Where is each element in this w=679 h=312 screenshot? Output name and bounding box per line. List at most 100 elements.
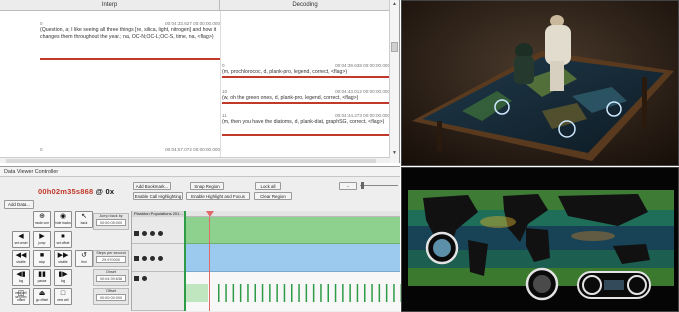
zoom-slider-thumb[interactable]	[361, 182, 364, 189]
column-header-interp[interactable]: Interp	[0, 0, 220, 11]
video-frame-tabletop	[401, 0, 679, 166]
shuttle-forward-button[interactable]: ▶▶ shuttle	[54, 250, 72, 267]
log-forward-button[interactable]: ▮▶ log	[54, 269, 72, 286]
event-tick[interactable]	[334, 284, 337, 302]
pause-button[interactable]: ▮▮ pause	[33, 269, 51, 286]
log-back-button[interactable]: ◀▮ log	[12, 269, 30, 286]
lock-icon[interactable]	[134, 256, 139, 261]
event-tick[interactable]	[312, 284, 315, 302]
track-header[interactable]	[132, 244, 184, 272]
event-tick[interactable]	[261, 284, 264, 302]
back-button[interactable]: ↖ back	[75, 211, 93, 228]
new-cell-icon: □	[60, 290, 66, 297]
track-lane-blue[interactable]	[184, 244, 400, 272]
decoding-cell[interactable]: 10 00:04:43.012 00:00:00.000 (w, oh the …	[222, 88, 390, 104]
event-tick[interactable]	[276, 284, 278, 302]
add-data-button[interactable]: Add Data...	[4, 200, 34, 209]
log-back-icon: ◀▮	[16, 271, 26, 278]
track-lane-events[interactable]	[184, 272, 402, 311]
event-tick[interactable]	[225, 284, 227, 302]
cell-id: 10	[222, 89, 228, 94]
find-button[interactable]: ↺ find	[75, 250, 93, 267]
log-forward-icon: ▮▶	[58, 271, 68, 278]
event-tick[interactable]	[247, 284, 249, 302]
lock-all-button[interactable]: Lock all	[255, 182, 281, 190]
target-icon[interactable]	[158, 231, 163, 236]
add-bookmark-button[interactable]: Add Bookmark...	[133, 182, 171, 190]
event-block[interactable]	[184, 284, 208, 302]
event-tick[interactable]	[371, 284, 373, 302]
event-tick[interactable]	[385, 284, 388, 302]
onset-input[interactable]: 00:04:39:638	[96, 275, 126, 282]
vertical-scrollbar[interactable]: ▲ ▼	[389, 0, 399, 163]
cell-selected-underline	[222, 134, 390, 136]
control-label: stop	[38, 260, 46, 265]
new-cell-prev-offset-button[interactable]: ◫ new cell set prev offset	[12, 288, 30, 305]
zoom-out-button[interactable]: −	[339, 182, 357, 190]
enable-call-highlighting-button[interactable]: Enable Call Highlighting	[133, 192, 183, 200]
shuttle-back-button[interactable]: ◀◀ shuttle	[12, 250, 30, 267]
mode-icon: ⊕	[39, 213, 45, 220]
decoding-cell[interactable]: 0 00:04:39.638 00:00:00.000 (m, prochlor…	[222, 62, 390, 78]
go-offset-button[interactable]: ⏏ go offset	[33, 288, 51, 305]
stop-button[interactable]: ■ stop	[33, 250, 51, 267]
cell-meta: 0 00:04:39.638 00:00:00.000	[222, 62, 390, 69]
event-tick[interactable]	[364, 284, 366, 302]
eye-icon[interactable]	[142, 231, 147, 236]
jump-button[interactable]: ▶ jump	[33, 231, 51, 248]
hide-tracks-button[interactable]: ◉ hide tracks	[54, 211, 72, 228]
set-onset-button[interactable]: ◀ set onset	[12, 231, 30, 248]
lock-icon[interactable]	[134, 276, 139, 281]
event-tick[interactable]	[327, 284, 330, 302]
track-header[interactable]	[132, 272, 184, 311]
zoom-slider-track[interactable]	[360, 185, 398, 186]
event-tick[interactable]	[269, 284, 271, 302]
set-offset-button[interactable]: ⏹ set offset	[54, 231, 72, 248]
scroll-down-arrow-icon[interactable]: ▼	[390, 149, 399, 157]
event-tick[interactable]	[232, 284, 235, 302]
event-tick[interactable]	[378, 284, 381, 302]
jump-back-input[interactable]: 00:00:05:000	[96, 219, 126, 226]
interp-cell[interactable]: 0 00:04:33.627 00:00:00.000 (Question, a…	[40, 20, 220, 60]
target-icon[interactable]	[158, 256, 163, 261]
eye-icon[interactable]	[142, 276, 147, 281]
event-tick[interactable]	[298, 284, 300, 302]
interp-cell[interactable]: 0 00:04:57.072 00:00:00.000	[40, 146, 220, 155]
column-header-decoding[interactable]: Decoding	[220, 0, 390, 11]
decoding-cell[interactable]: 11 00:04:44.273 00:00:00.000 (m, then yo…	[222, 112, 390, 136]
event-tick[interactable]	[356, 284, 359, 302]
pin-icon[interactable]	[150, 231, 155, 236]
snap-region-button[interactable]: Snap Region	[190, 182, 224, 190]
playhead-needle-icon[interactable]	[206, 211, 214, 217]
control-label: log	[18, 279, 24, 284]
event-tick[interactable]	[254, 284, 257, 302]
steps-per-second-input[interactable]: 29.970000	[96, 256, 126, 263]
mode-button[interactable]: ⊕ mode curr	[33, 211, 51, 228]
event-tick[interactable]	[305, 284, 308, 302]
enable-highlight-focus-button[interactable]: Enable Highlight and Focus	[186, 192, 250, 200]
event-tick[interactable]	[291, 284, 293, 302]
playback-rate: @ 0x	[95, 187, 115, 196]
track-lane-green[interactable]	[184, 217, 400, 244]
horizontal-scrollbar[interactable]	[0, 157, 390, 163]
lock-icon[interactable]	[134, 231, 139, 236]
scrollbar-thumb[interactable]	[391, 42, 398, 52]
event-tick[interactable]	[239, 284, 242, 302]
event-tick[interactable]	[342, 284, 344, 302]
event-tick[interactable]	[283, 284, 286, 302]
eye-icon[interactable]	[142, 256, 147, 261]
event-tick[interactable]	[349, 284, 351, 302]
event-tick[interactable]	[393, 284, 395, 302]
new-cell-button[interactable]: □ new cell	[54, 288, 72, 305]
scroll-up-arrow-icon[interactable]: ▲	[390, 0, 399, 8]
event-tick[interactable]	[400, 284, 402, 302]
region-start-marker[interactable]	[184, 211, 186, 311]
scrollbar-thumb[interactable]	[6, 159, 376, 163]
event-tick[interactable]	[320, 284, 322, 302]
track-header[interactable]: Plankton Populations 201...	[132, 211, 184, 244]
cell-meta: 0 00:04:33.627 00:00:00.000	[40, 20, 220, 27]
clear-region-button[interactable]: Clear Region	[254, 192, 292, 200]
pin-icon[interactable]	[150, 256, 155, 261]
offset-input[interactable]: 00:00:00:000	[96, 294, 126, 301]
event-tick[interactable]	[218, 284, 220, 302]
